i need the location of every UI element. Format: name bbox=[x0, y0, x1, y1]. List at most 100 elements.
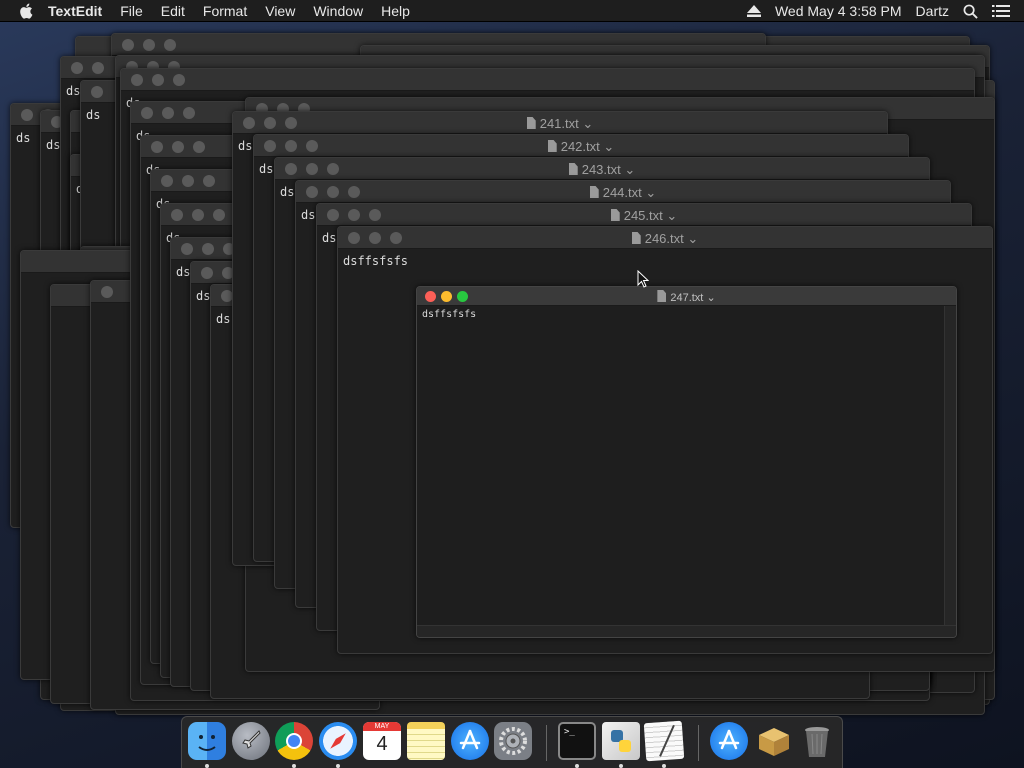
minimize-button[interactable] bbox=[152, 74, 164, 86]
running-indicator bbox=[575, 764, 579, 768]
app-store-downloads-icon[interactable] bbox=[710, 722, 748, 760]
chevron-down-icon: ⌄ bbox=[624, 162, 636, 177]
close-button[interactable] bbox=[91, 86, 103, 98]
close-button[interactable] bbox=[181, 243, 193, 255]
window-title[interactable]: 247.txt ⌄ bbox=[417, 290, 956, 304]
menubar-clock[interactable]: Wed May 4 3:58 PM bbox=[775, 3, 902, 19]
menu-help[interactable]: Help bbox=[381, 3, 410, 19]
dock-separator bbox=[546, 725, 547, 761]
minimize-button[interactable] bbox=[143, 39, 155, 51]
window-titlebar[interactable]: 241.txt ⌄ bbox=[233, 112, 887, 134]
window-titlebar[interactable]: 245.txt ⌄ bbox=[317, 204, 971, 226]
eject-icon[interactable] bbox=[746, 5, 761, 17]
spotlight-search-icon[interactable] bbox=[963, 4, 978, 19]
safari-icon[interactable] bbox=[319, 722, 357, 760]
window-titlebar[interactable]: 247.txt ⌄ bbox=[417, 287, 956, 306]
zoom-button[interactable] bbox=[173, 74, 185, 86]
menu-file[interactable]: File bbox=[120, 3, 143, 19]
python-launcher-icon[interactable] bbox=[602, 722, 640, 760]
window-title[interactable]: 244.txt ⌄ bbox=[296, 185, 950, 201]
document-icon bbox=[631, 232, 641, 244]
close-button[interactable] bbox=[131, 74, 143, 86]
system-preferences-icon[interactable] bbox=[494, 722, 532, 760]
menu-app-textedit[interactable]: TextEdit bbox=[48, 3, 102, 19]
running-indicator bbox=[619, 764, 623, 768]
menu-bar: TextEdit File Edit Format View Window He… bbox=[0, 0, 1024, 22]
apple-logo-icon[interactable] bbox=[18, 2, 36, 20]
document-icon bbox=[610, 209, 620, 221]
window-titlebar[interactable] bbox=[121, 69, 974, 91]
trash-icon[interactable] bbox=[798, 722, 836, 760]
document-icon bbox=[589, 186, 599, 198]
running-indicator bbox=[662, 764, 666, 768]
minimize-button[interactable] bbox=[192, 209, 204, 221]
chrome-icon[interactable] bbox=[275, 722, 313, 760]
minimize-button[interactable] bbox=[172, 141, 184, 153]
window-title[interactable]: 241.txt ⌄ bbox=[233, 116, 887, 132]
finder-icon[interactable] bbox=[188, 722, 226, 760]
chevron-down-icon: ⌄ bbox=[687, 231, 699, 246]
running-indicator bbox=[292, 764, 296, 768]
window-titlebar[interactable]: 242.txt ⌄ bbox=[254, 135, 908, 157]
close-button[interactable] bbox=[71, 62, 83, 74]
dock-separator bbox=[698, 725, 699, 761]
zoom-button[interactable] bbox=[203, 175, 215, 187]
close-button[interactable] bbox=[161, 175, 173, 187]
menu-format[interactable]: Format bbox=[203, 3, 247, 19]
calendar-month: MAY bbox=[363, 722, 401, 731]
notification-center-icon[interactable] bbox=[992, 4, 1010, 18]
window-title[interactable]: 243.txt ⌄ bbox=[275, 162, 929, 178]
calendar-day: 4 bbox=[376, 733, 388, 755]
close-button[interactable] bbox=[21, 109, 33, 121]
zoom-button[interactable] bbox=[164, 39, 176, 51]
close-button[interactable] bbox=[151, 141, 163, 153]
window-title[interactable]: 246.txt ⌄ bbox=[338, 231, 992, 247]
menu-window[interactable]: Window bbox=[313, 3, 363, 19]
document-icon bbox=[547, 140, 557, 152]
document-icon bbox=[568, 163, 578, 175]
horizontal-scrollbar[interactable] bbox=[417, 625, 956, 637]
launchpad-icon[interactable] bbox=[232, 722, 270, 760]
running-indicator bbox=[205, 764, 209, 768]
terminal-icon[interactable]: >_ bbox=[558, 722, 596, 760]
textedit-icon[interactable] bbox=[643, 720, 685, 762]
chevron-down-icon: ⌄ bbox=[706, 292, 716, 304]
window-titlebar[interactable]: 243.txt ⌄ bbox=[275, 158, 929, 180]
chevron-down-icon: ⌄ bbox=[603, 139, 615, 154]
window-title[interactable]: 242.txt ⌄ bbox=[254, 139, 908, 155]
close-button[interactable] bbox=[101, 286, 113, 298]
close-button[interactable] bbox=[201, 267, 213, 279]
close-button[interactable] bbox=[122, 39, 134, 51]
window-titlebar[interactable]: 244.txt ⌄ bbox=[296, 181, 950, 203]
close-button[interactable] bbox=[141, 107, 153, 119]
minimize-button[interactable] bbox=[162, 107, 174, 119]
running-indicator bbox=[336, 764, 340, 768]
minimize-button[interactable] bbox=[92, 62, 104, 74]
document-text-area[interactable]: dsffsfsfs bbox=[417, 306, 956, 323]
zoom-button[interactable] bbox=[193, 141, 205, 153]
chevron-down-icon: ⌄ bbox=[666, 208, 678, 223]
dock: MAY 4 >_ bbox=[181, 716, 843, 768]
window-titlebar[interactable]: 246.txt ⌄ bbox=[338, 227, 992, 249]
chevron-down-icon: ⌄ bbox=[582, 116, 594, 131]
notes-icon[interactable] bbox=[407, 722, 445, 760]
menu-view[interactable]: View bbox=[265, 3, 295, 19]
menubar-user[interactable]: Dartz bbox=[916, 3, 949, 19]
document-icon bbox=[657, 290, 667, 302]
vertical-scrollbar[interactable] bbox=[944, 306, 956, 625]
zoom-button[interactable] bbox=[213, 209, 225, 221]
terminal-prompt: >_ bbox=[564, 727, 575, 737]
mouse-cursor-icon bbox=[637, 270, 649, 288]
close-button[interactable] bbox=[171, 209, 183, 221]
window-247-active[interactable]: 247.txt ⌄ dsffsfsfs bbox=[416, 286, 957, 638]
app-store-icon[interactable] bbox=[451, 722, 489, 760]
calendar-icon[interactable]: MAY 4 bbox=[363, 722, 401, 760]
document-icon bbox=[526, 117, 536, 129]
zoom-button[interactable] bbox=[183, 107, 195, 119]
package-installer-icon[interactable] bbox=[755, 722, 793, 760]
menu-edit[interactable]: Edit bbox=[161, 3, 185, 19]
minimize-button[interactable] bbox=[182, 175, 194, 187]
window-title[interactable]: 245.txt ⌄ bbox=[317, 208, 971, 224]
minimize-button[interactable] bbox=[202, 243, 214, 255]
document-text[interactable]: dsffsfsfs bbox=[338, 249, 992, 273]
